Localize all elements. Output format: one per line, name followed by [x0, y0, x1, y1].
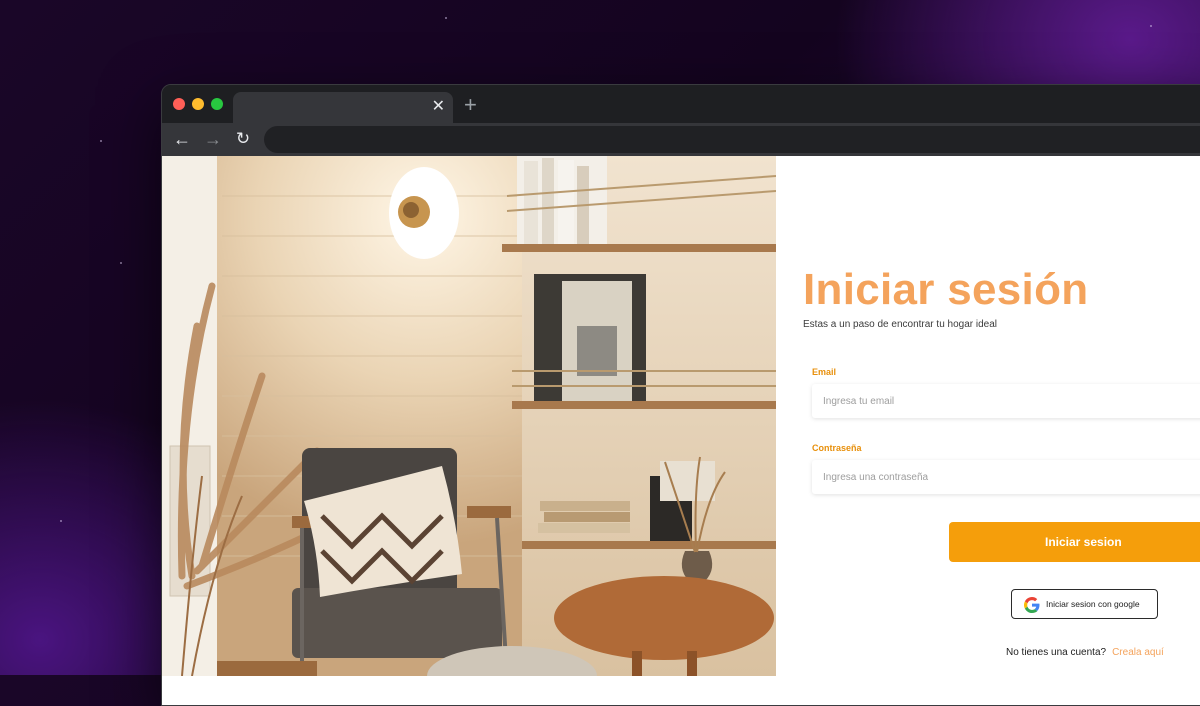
google-login-button[interactable]: Iniciar sesion con google	[1011, 589, 1158, 619]
google-icon	[1024, 597, 1040, 613]
plus-icon[interactable]: +	[464, 93, 477, 117]
signup-prompt-text: No tienes una cuenta?	[1006, 647, 1107, 658]
google-button-label: Iniciar sesion con google	[1046, 599, 1140, 609]
tab-bar: ✕ +	[162, 85, 1200, 123]
address-bar[interactable]	[264, 126, 1200, 153]
browser-toolbar: ← → ↻	[162, 123, 1200, 156]
minimize-window-button[interactable]	[192, 98, 204, 110]
interior-photo	[162, 156, 776, 676]
page-subtitle: Estas a un paso de encontrar tu hogar id…	[803, 319, 998, 330]
background-star	[120, 262, 122, 264]
signup-prompt: No tienes una cuenta? Creala aquí	[1006, 647, 1164, 658]
signup-link[interactable]: Creala aquí	[1112, 647, 1164, 658]
background-star	[60, 520, 62, 522]
forward-arrow-icon[interactable]: →	[202, 128, 224, 150]
close-icon[interactable]: ✕	[432, 97, 445, 117]
page-title: Iniciar sesión	[803, 265, 1089, 314]
reload-icon[interactable]: ↻	[232, 128, 254, 150]
background-star	[100, 140, 102, 142]
page-content: Iniciar sesión Estas a un paso de encont…	[162, 156, 1200, 705]
close-window-button[interactable]	[173, 98, 185, 110]
login-panel: Iniciar sesión Estas a un paso de encont…	[776, 156, 1200, 676]
password-label: Contraseña	[812, 443, 862, 453]
back-arrow-icon[interactable]: ←	[171, 128, 193, 150]
browser-window: ✕ + ← → ↻ Iniciar sesión Estas a un paso…	[161, 84, 1200, 706]
maximize-window-button[interactable]	[211, 98, 223, 110]
login-button[interactable]: Iniciar sesion	[949, 522, 1200, 562]
password-field[interactable]	[812, 460, 1200, 494]
email-label: Email	[812, 367, 837, 377]
background-star	[445, 17, 447, 19]
background-star	[1150, 25, 1152, 27]
browser-tab[interactable]: ✕	[233, 92, 453, 123]
email-field[interactable]	[812, 384, 1200, 418]
